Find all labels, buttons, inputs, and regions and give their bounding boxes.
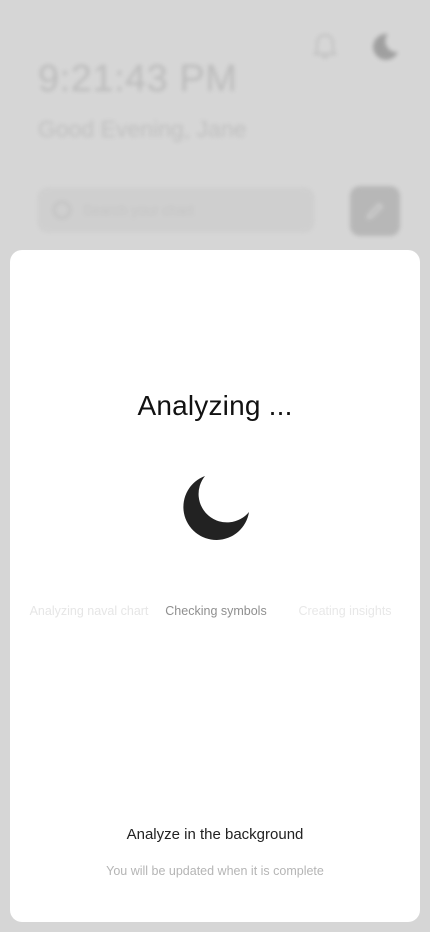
moon-icon	[183, 476, 249, 540]
pencil-icon	[366, 202, 384, 220]
analyze-in-background-button[interactable]: Analyze in the background	[10, 826, 420, 843]
clock-time: 9:21:43 PM	[38, 58, 238, 100]
search-bar[interactable]: Search your chart	[38, 188, 314, 232]
analyzing-modal: Analyzing ... Analyzing naval chart Chec…	[10, 250, 420, 922]
header-icons	[312, 30, 400, 62]
step-analyzing-chart: Analyzing naval chart	[29, 604, 149, 618]
edit-button[interactable]	[350, 186, 400, 236]
bell-icon[interactable]	[312, 32, 338, 60]
search-placeholder: Search your chart	[83, 202, 194, 218]
search-icon	[53, 201, 71, 219]
moon-icon[interactable]	[368, 30, 400, 62]
progress-steps: Analyzing naval chart Checking symbols C…	[10, 604, 420, 622]
app-screen: 9:21:43 PM Good Evening, Jane Search you…	[0, 0, 430, 932]
step-creating-insights: Creating insights	[298, 604, 392, 618]
step-checking-symbols: Checking symbols	[165, 604, 267, 618]
modal-title: Analyzing ...	[137, 390, 293, 421]
greeting-text: Good Evening, Jane	[38, 116, 247, 142]
background-action-subtext: You will be updated when it is complete	[106, 864, 324, 878]
